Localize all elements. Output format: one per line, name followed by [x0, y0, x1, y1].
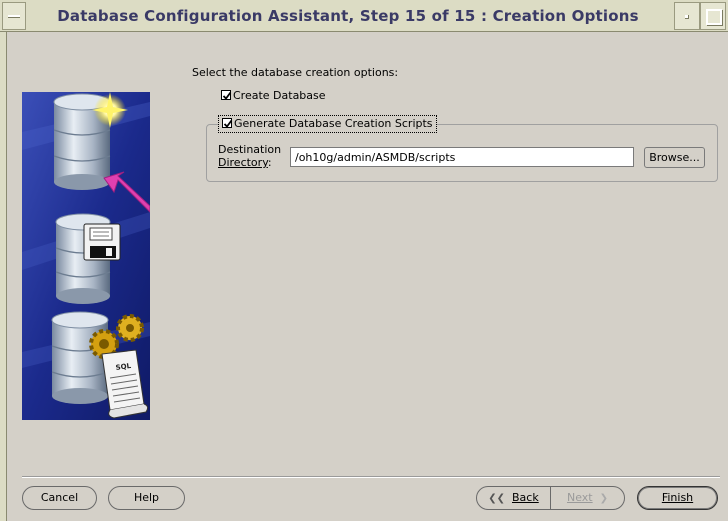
- back-button[interactable]: ❮❮ Back: [477, 487, 551, 509]
- title-bar[interactable]: Database Configuration Assistant, Step 1…: [0, 0, 728, 32]
- navigation-button-group: ❮❮ Back Next ❯: [476, 486, 625, 510]
- instruction-text: Select the database creation options:: [192, 66, 399, 79]
- check-icon: [222, 118, 233, 128]
- minimize-button[interactable]: [674, 2, 700, 30]
- destination-label-colon: :: [267, 156, 272, 169]
- destination-label-line1: Destination: [218, 143, 282, 156]
- next-button-label: Next: [566, 491, 593, 504]
- button-bar-separator: [22, 476, 720, 478]
- generate-scripts-checkbox[interactable]: Generate Database Creation Scripts: [218, 115, 437, 133]
- finish-button-label: Finish: [661, 491, 694, 504]
- maximize-icon: [706, 9, 722, 25]
- database-creation-illustration: SQL: [22, 92, 150, 420]
- check-icon: [221, 90, 232, 100]
- help-button[interactable]: Help: [108, 486, 185, 510]
- generate-scripts-label: Generate Database Creation Scripts: [234, 117, 433, 130]
- back-button-label: Back: [512, 491, 539, 504]
- window-menu-icon: [8, 15, 20, 18]
- cancel-button[interactable]: Cancel: [22, 486, 97, 510]
- create-database-checkbox[interactable]: Create Database: [221, 89, 326, 102]
- window-frame-left: [0, 32, 7, 521]
- window-menu-button[interactable]: [2, 2, 26, 30]
- destination-directory-label: Destination Directory:: [218, 143, 281, 169]
- minimize-icon: [685, 15, 689, 19]
- chevron-right-icon: ❯: [599, 493, 609, 504]
- floppy-disk-icon: [83, 223, 121, 261]
- destination-label-mnemonic: Directory: [218, 156, 268, 169]
- finish-button[interactable]: Finish: [637, 486, 718, 510]
- next-button[interactable]: Next ❯: [551, 487, 624, 509]
- create-database-label: Create Database: [233, 89, 326, 102]
- destination-directory-input[interactable]: [290, 147, 634, 167]
- chevron-left-icon: ❮❮: [488, 493, 506, 504]
- window-title: Database Configuration Assistant, Step 1…: [57, 7, 639, 25]
- browse-button[interactable]: Browse...: [644, 147, 705, 168]
- destination-label-line2: Directory:: [218, 156, 281, 169]
- maximize-button[interactable]: [700, 2, 726, 30]
